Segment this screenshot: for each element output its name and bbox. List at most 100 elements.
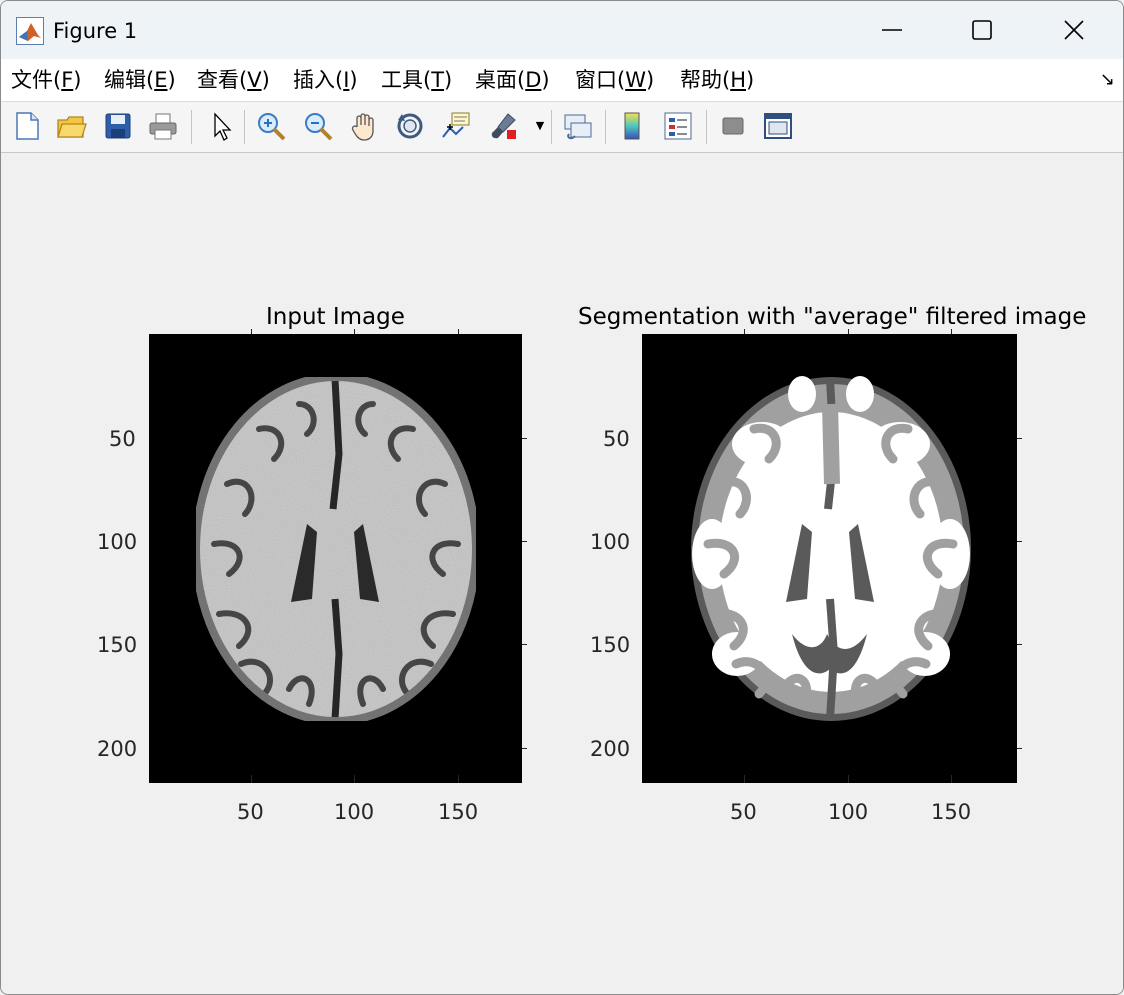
- save-icon: [105, 113, 131, 139]
- pan-button[interactable]: [346, 108, 382, 144]
- zoom-out-button[interactable]: [300, 108, 336, 144]
- link-plot-button[interactable]: [560, 108, 596, 144]
- rotate-3d-button[interactable]: [392, 108, 428, 144]
- close-button[interactable]: [1029, 1, 1121, 59]
- link-plot-icon: [564, 114, 592, 140]
- legend-icon: [664, 112, 692, 140]
- menu-edit[interactable]: 编辑(E): [104, 65, 176, 95]
- figure-toolbar: ▼: [1, 102, 1123, 153]
- x-tick-mark: [744, 775, 745, 783]
- menu-view[interactable]: 查看(V): [197, 65, 270, 95]
- menu-desktop[interactable]: 桌面(D): [475, 65, 550, 95]
- x-tick-label: 150: [931, 800, 972, 824]
- toolbar-separator: [191, 110, 192, 144]
- data-cursor-icon: [442, 112, 470, 138]
- x-tick-mark-top: [458, 329, 459, 334]
- title-bar[interactable]: Figure 1: [1, 1, 1123, 59]
- x-tick-label: 150: [438, 800, 479, 824]
- dock-arrow-icon[interactable]: ↘: [1100, 69, 1115, 90]
- x-tick-label: 50: [237, 800, 264, 824]
- menu-bar: 文件(F) 编辑(E) 查看(V) 插入(I) 工具(T) 桌面(D) 窗口(W…: [1, 59, 1123, 102]
- toolbar-separator: [244, 110, 245, 144]
- minimize-icon: [882, 29, 902, 31]
- minimize-button[interactable]: [847, 1, 939, 59]
- menu-window[interactable]: 窗口(W): [575, 65, 654, 95]
- hide-plot-tools-icon: [722, 117, 744, 135]
- x-tick-mark-top: [848, 329, 849, 334]
- show-plot-tools-icon: [764, 113, 792, 139]
- window-title: Figure 1: [53, 19, 138, 43]
- colorbar-button[interactable]: [614, 108, 650, 144]
- y-tick-label: 50: [109, 427, 136, 451]
- edit-plot-button[interactable]: [202, 108, 238, 144]
- new-figure-button[interactable]: [9, 108, 45, 144]
- x-tick-mark-top: [251, 329, 252, 334]
- brush-icon: [491, 113, 516, 139]
- close-icon: [1064, 20, 1084, 40]
- zoom-out-icon: [305, 113, 333, 141]
- y-tick-label: 200: [590, 737, 631, 761]
- x-tick-label: 100: [334, 800, 375, 824]
- y-tick-label: 100: [590, 530, 631, 554]
- y-tick-mark-right: [1017, 748, 1022, 749]
- figure-canvas: Input Image 50 100 150 50 100 150 200 Se…: [1, 153, 1123, 994]
- y-tick-label: 150: [97, 633, 138, 657]
- maximize-button[interactable]: [937, 1, 1029, 59]
- x-tick-mark-top: [744, 329, 745, 334]
- y-tick-mark-right: [522, 748, 527, 749]
- open-file-button[interactable]: [53, 108, 89, 144]
- zoom-in-button[interactable]: [253, 108, 289, 144]
- y-tick-mark-right: [522, 644, 527, 645]
- open-file-icon: [57, 116, 87, 138]
- show-plot-tools-button[interactable]: [760, 108, 796, 144]
- toolbar-separator: [706, 110, 707, 144]
- axes-input-image[interactable]: [149, 334, 522, 783]
- data-cursor-button[interactable]: [438, 108, 474, 144]
- brush-button[interactable]: [486, 108, 522, 144]
- pan-hand-icon: [351, 113, 374, 141]
- axes-segmentation-image[interactable]: [642, 334, 1017, 783]
- y-tick-label: 200: [97, 737, 138, 761]
- y-tick-mark-right: [1017, 644, 1022, 645]
- legend-button[interactable]: [660, 108, 696, 144]
- y-tick-label: 150: [590, 633, 631, 657]
- figure-window: Figure 1 文件(F) 编辑(E) 查看(V) 插入(I) 工具(T) 桌…: [0, 0, 1124, 995]
- input-mri-image: [192, 373, 480, 725]
- hide-plot-tools-button[interactable]: [715, 108, 751, 144]
- plot-title-segmentation: Segmentation with "average" filtered ima…: [578, 304, 1087, 330]
- print-icon: [149, 113, 177, 140]
- x-tick-mark: [848, 775, 849, 783]
- new-figure-icon: [16, 112, 39, 140]
- zoom-in-icon: [258, 113, 286, 141]
- brush-dropdown-icon[interactable]: ▼: [533, 114, 547, 138]
- toolbar-separator: [551, 110, 552, 144]
- rotate-3d-icon: [397, 113, 423, 139]
- matlab-logo-icon: [16, 17, 44, 45]
- edit-plot-arrow-icon: [214, 112, 232, 141]
- y-tick-label: 50: [603, 427, 630, 451]
- print-button[interactable]: [145, 108, 181, 144]
- y-tick-mark-right: [522, 541, 527, 542]
- menu-help[interactable]: 帮助(H): [680, 65, 754, 95]
- save-button[interactable]: [100, 108, 136, 144]
- x-tick-mark: [951, 775, 952, 783]
- y-tick-label: 100: [97, 530, 138, 554]
- menu-insert[interactable]: 插入(I): [293, 65, 358, 95]
- segmentation-image: [691, 376, 971, 721]
- y-tick-mark-right: [522, 438, 527, 439]
- y-tick-mark-right: [1017, 438, 1022, 439]
- x-tick-mark-top: [951, 329, 952, 334]
- x-tick-mark-top: [354, 329, 355, 334]
- toolbar-separator: [605, 110, 606, 144]
- maximize-icon: [972, 20, 992, 40]
- colorbar-icon: [624, 112, 640, 140]
- x-tick-mark: [354, 775, 355, 783]
- x-tick-label: 50: [730, 800, 757, 824]
- menu-file[interactable]: 文件(F): [11, 65, 82, 95]
- plot-title-input: Input Image: [266, 304, 405, 330]
- x-tick-mark: [251, 775, 252, 783]
- x-tick-label: 100: [828, 800, 869, 824]
- x-tick-mark: [458, 775, 459, 783]
- menu-tools[interactable]: 工具(T): [381, 65, 452, 95]
- y-tick-mark-right: [1017, 541, 1022, 542]
